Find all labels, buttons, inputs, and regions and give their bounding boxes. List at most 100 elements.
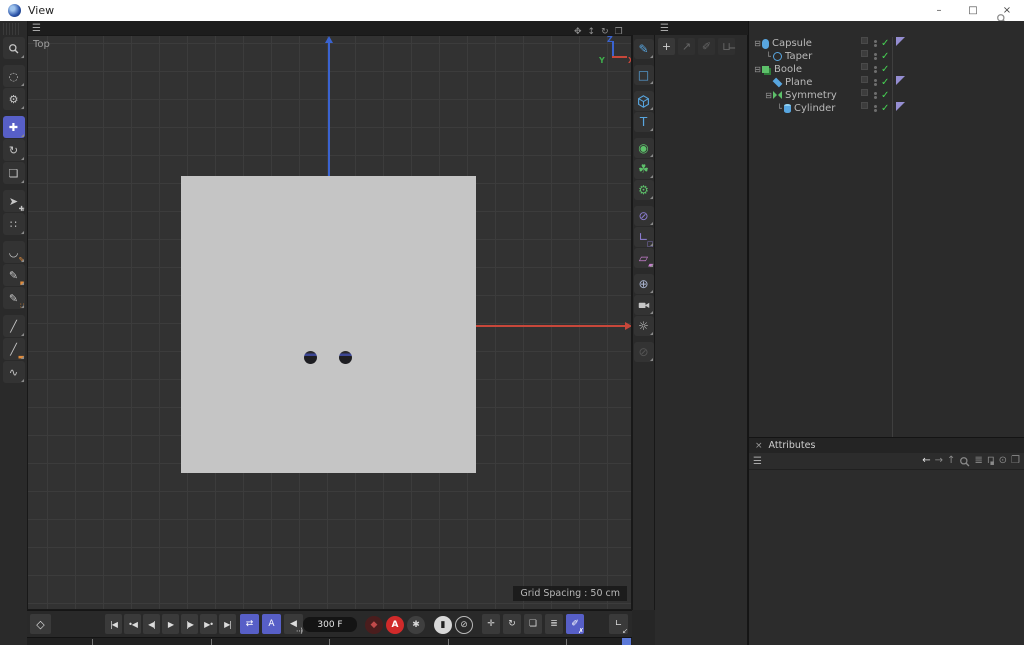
- magnet-tool[interactable]: ∷: [3, 213, 25, 235]
- pick-button[interactable]: ✐: [698, 38, 715, 55]
- viewport-canvas[interactable]: Top Z X Y Grid Spacing : 50 cm: [27, 35, 632, 610]
- light-tool[interactable]: ☼: [634, 316, 654, 336]
- next-key-button[interactable]: ▶•: [200, 614, 217, 634]
- search-icon[interactable]: [959, 456, 970, 467]
- create-menu-icon[interactable]: ☰: [656, 23, 673, 34]
- position-record-toggle[interactable]: ✛: [482, 614, 500, 634]
- record-filter-button[interactable]: ⊘: [455, 616, 473, 634]
- add-button[interactable]: +: [658, 38, 675, 55]
- enabled-check-toggle[interactable]: ✓: [881, 50, 889, 63]
- motext-tool[interactable]: T: [634, 112, 654, 132]
- camera-tool[interactable]: [634, 295, 654, 315]
- prev-key-button[interactable]: •◀: [124, 614, 141, 634]
- spline-primitive-tool[interactable]: □: [634, 65, 654, 85]
- enabled-check-toggle[interactable]: ✓: [881, 37, 889, 50]
- cluster-generator-tool[interactable]: ☘: [634, 159, 654, 179]
- brush-tool[interactable]: ╱: [3, 315, 25, 337]
- visibility-dots-toggle[interactable]: [874, 102, 877, 115]
- sound-toggle[interactable]: ◀): [284, 614, 303, 634]
- goto-start-button[interactable]: |◀: [105, 614, 122, 634]
- timeline-ruler[interactable]: [27, 637, 632, 645]
- rotate-tool[interactable]: ↻: [3, 139, 25, 161]
- layer-toggle[interactable]: [861, 37, 868, 44]
- zoom-tool[interactable]: [3, 37, 25, 59]
- visibility-dots-toggle[interactable]: [874, 76, 877, 89]
- cylinder-object-right[interactable]: [339, 351, 352, 364]
- parameter-record-toggle[interactable]: ≣: [545, 614, 563, 634]
- attr-menu-edit[interactable]: [778, 458, 790, 469]
- layer-toggle[interactable]: [861, 89, 868, 96]
- cylinder-object-left[interactable]: [304, 351, 317, 364]
- enabled-check-toggle[interactable]: ✓: [881, 102, 889, 115]
- tweak-tool[interactable]: ⚙: [3, 88, 25, 110]
- live-selection-tool[interactable]: ◌: [3, 65, 25, 87]
- scale-tool[interactable]: ❏: [3, 162, 25, 184]
- spline-pen-tool[interactable]: ✎: [634, 39, 654, 59]
- phong-tag-icon[interactable]: [896, 76, 905, 85]
- layer-toggle[interactable]: [861, 102, 868, 109]
- measure-tool[interactable]: ╱▬: [3, 338, 25, 360]
- delete-button[interactable]: ⊔▔: [718, 38, 735, 55]
- forward-icon[interactable]: →: [935, 456, 943, 466]
- visibility-dots-toggle[interactable]: [874, 50, 877, 63]
- toolbar-drag-handle[interactable]: [3, 23, 21, 35]
- object-row-taper[interactable]: └ Taper ✓: [749, 50, 1024, 63]
- phong-tag-icon[interactable]: [896, 102, 905, 111]
- axis-modify-tool[interactable]: ∟□: [634, 227, 654, 247]
- autokeying-button[interactable]: A: [386, 616, 404, 634]
- keyframe-selection-button[interactable]: ✱: [407, 616, 425, 634]
- fcurve-button[interactable]: ∟↙: [609, 614, 628, 634]
- next-frame-button[interactable]: |▶: [181, 614, 198, 634]
- current-frame-field[interactable]: 300 F: [303, 617, 357, 632]
- visibility-dots-toggle[interactable]: [874, 89, 877, 102]
- symmetry-instance-tool[interactable]: ▱▰: [634, 248, 654, 268]
- layer-toggle[interactable]: [861, 63, 868, 70]
- layer-toggle[interactable]: [861, 76, 868, 83]
- attr-menu-mode[interactable]: [766, 458, 778, 469]
- object-row-capsule[interactable]: ⊟ Capsule ✓: [749, 37, 1024, 50]
- enabled-check-toggle[interactable]: ✓: [881, 63, 889, 76]
- primitive-cube-tool[interactable]: [634, 91, 654, 111]
- expand-icon[interactable]: ⊟: [764, 92, 773, 100]
- layer-toggle[interactable]: [861, 50, 868, 57]
- enabled-check-toggle[interactable]: ✓: [881, 89, 889, 102]
- object-row-boole[interactable]: ⊟ Boole ✓: [749, 63, 1024, 76]
- rotation-record-toggle[interactable]: ↻: [503, 614, 521, 634]
- target-icon[interactable]: ⊙: [999, 456, 1007, 466]
- viewport-menu-icon[interactable]: ☰: [28, 23, 45, 34]
- record-keyframe-button[interactable]: ◆: [365, 616, 383, 634]
- object-row-symmetry[interactable]: ⊟ Symmetry ✓: [749, 89, 1024, 102]
- visibility-dots-toggle[interactable]: [874, 63, 877, 76]
- filter-icon[interactable]: ≣: [974, 456, 982, 466]
- annotate-tool[interactable]: ⊘: [634, 342, 654, 362]
- close-panel-icon[interactable]: ×: [749, 441, 769, 451]
- play-button[interactable]: ▶: [162, 614, 179, 634]
- attr-menu-user-data[interactable]: [790, 458, 802, 469]
- smooth-spline-tool[interactable]: ◡✎: [3, 241, 25, 263]
- move-tool[interactable]: ✚: [3, 116, 25, 138]
- minimize-button[interactable]: –: [922, 0, 956, 21]
- autokey-hud-toggle[interactable]: A⋯: [262, 614, 281, 634]
- scale-record-toggle[interactable]: ❏: [524, 614, 542, 634]
- attributes-menu-icon[interactable]: ☰: [749, 456, 766, 467]
- goto-end-button[interactable]: ▶|: [219, 614, 236, 634]
- link-button[interactable]: ↗: [678, 38, 695, 55]
- plane-object[interactable]: [181, 176, 476, 473]
- maximize-button[interactable]: □: [956, 0, 990, 21]
- set-keyframe-button[interactable]: ◇: [30, 614, 51, 634]
- record-mode-button[interactable]: ▮: [434, 616, 452, 634]
- back-icon[interactable]: ←: [922, 456, 930, 466]
- visibility-dots-toggle[interactable]: [874, 37, 877, 50]
- object-row-plane[interactable]: Plane ✓: [749, 76, 1024, 89]
- loop-toggle[interactable]: ⇄: [240, 614, 259, 634]
- pen-spline-tool[interactable]: ✎▪: [3, 264, 25, 286]
- pla-record-toggle[interactable]: ✐✗: [566, 614, 584, 634]
- point-spline-tool[interactable]: ✎∷: [3, 287, 25, 309]
- volume-generator-tool[interactable]: ⚙: [634, 180, 654, 200]
- environment-tool[interactable]: ⊕: [634, 274, 654, 294]
- enabled-check-toggle[interactable]: ✓: [881, 76, 889, 89]
- phong-tag-icon[interactable]: [896, 37, 905, 46]
- expand-icon[interactable]: ⊟: [753, 66, 762, 74]
- popup-icon[interactable]: ❐: [1011, 456, 1020, 466]
- axis-gizmo[interactable]: Z X Y: [598, 38, 632, 68]
